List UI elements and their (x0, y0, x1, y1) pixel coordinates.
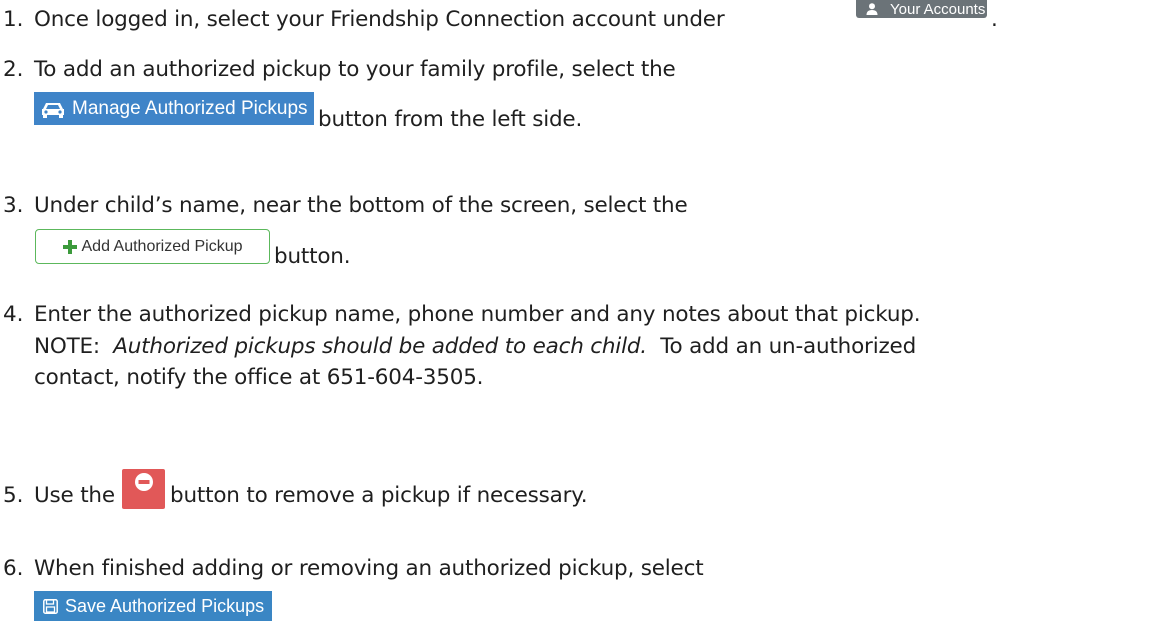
step-4-number: 4. (3, 302, 24, 327)
step-2-suffix: button from the left side. (318, 107, 583, 132)
step-4-text: Enter the authorized pickup name, phone … (34, 302, 921, 327)
step-1-period: . (991, 7, 998, 32)
step-3-text: Under child’s name, near the bottom of t… (34, 193, 688, 218)
step-1-text: Once logged in, select your Friendship C… (34, 7, 725, 32)
step-5-suffix: button to remove a pickup if necessary. (170, 483, 588, 508)
your-accounts-label: Your Accounts (890, 0, 986, 18)
note-italic: Authorized pickups should be added to ea… (113, 334, 647, 359)
add-authorized-pickup-button[interactable]: Add Authorized Pickup (35, 229, 270, 264)
add-authorized-pickup-label: Add Authorized Pickup (81, 237, 243, 255)
note-rest: To add an un-authorized (660, 334, 917, 359)
save-icon (43, 598, 58, 614)
step-5-number: 5. (3, 483, 24, 508)
minus-circle-icon (134, 472, 154, 492)
step-3-number: 3. (3, 193, 24, 218)
step-6-number: 6. (3, 556, 24, 581)
step-6-text: When finished adding or removing an auth… (34, 556, 704, 581)
car-icon (40, 99, 66, 119)
save-authorized-pickups-label: Save Authorized Pickups (65, 595, 265, 616)
step-1-number: 1. (3, 7, 24, 32)
step-5-text: Use the (34, 483, 115, 508)
step-2-text: To add an authorized pickup to your fami… (34, 57, 676, 82)
manage-authorized-pickups-label: Manage Authorized Pickups (72, 97, 308, 119)
step-3-suffix: button. (274, 244, 351, 269)
your-accounts-button[interactable]: Your Accounts (856, 0, 987, 18)
step-4-contact: contact, notify the office at 651-604-35… (34, 365, 484, 390)
plus-icon (62, 239, 77, 254)
step-4-note: NOTE: Authorized pickups should be added… (34, 334, 916, 359)
save-authorized-pickups-button[interactable]: Save Authorized Pickups (34, 591, 272, 621)
remove-pickup-button[interactable] (122, 469, 165, 509)
step-2-number: 2. (3, 57, 24, 82)
manage-authorized-pickups-button[interactable]: Manage Authorized Pickups (34, 92, 314, 125)
user-icon (866, 3, 878, 15)
note-label: NOTE: (34, 334, 100, 359)
